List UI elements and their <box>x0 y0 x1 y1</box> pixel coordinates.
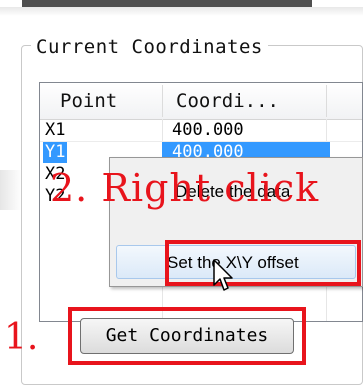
table-row[interactable]: X1 400.000 <box>40 120 362 141</box>
left-edge-shadow <box>0 170 22 210</box>
groupbox-title: Current Coordinates <box>31 36 268 58</box>
column-separator[interactable] <box>162 85 163 117</box>
get-coordinates-button[interactable]: Get Coordinates <box>80 318 294 354</box>
annotation-step-1: 1. <box>4 317 39 358</box>
column-separator[interactable] <box>326 85 327 117</box>
column-header-point[interactable]: Point <box>60 83 117 119</box>
top-shadow <box>0 7 363 16</box>
listview-header: Point Coordi... <box>40 83 362 120</box>
point-cell: X1 <box>45 120 66 140</box>
top-border-strip <box>22 0 312 7</box>
point-cell: Y1 <box>43 142 68 163</box>
mouse-cursor-icon <box>213 259 233 291</box>
column-header-coordinates[interactable]: Coordi... <box>176 83 279 119</box>
highlight-box-menu-item <box>165 240 361 286</box>
annotation-step-2: 2. Right click <box>50 166 320 210</box>
coord-cell: 400.000 <box>172 120 244 140</box>
